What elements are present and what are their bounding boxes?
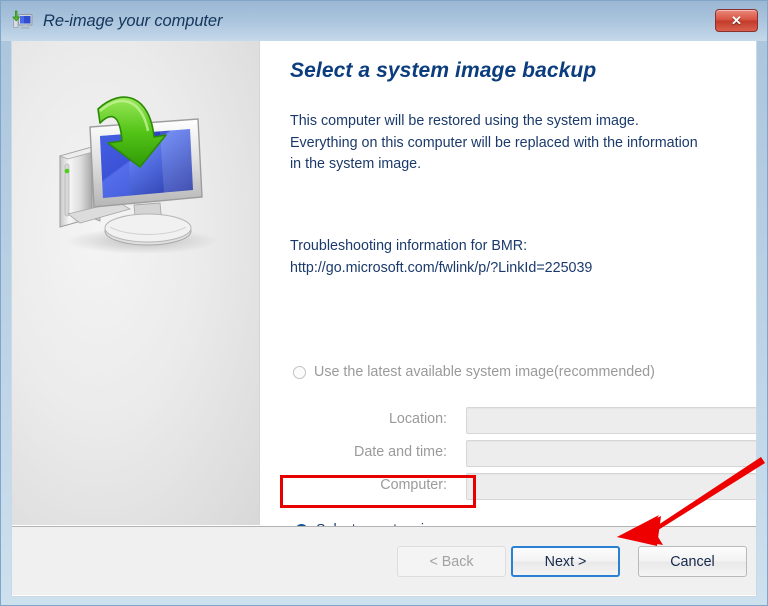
troubleshooting-info: Troubleshooting information for BMR: htt… [290, 236, 720, 279]
dialog-client-area: Select a system image backup This comput… [11, 41, 757, 597]
radio-use-latest-image-label: Use the latest available system image(re… [314, 364, 655, 380]
next-button[interactable]: Next > [511, 546, 620, 577]
field-computer-input[interactable] [466, 473, 756, 500]
close-icon: ✕ [731, 13, 742, 28]
field-location-input[interactable] [466, 407, 756, 434]
field-computer-label: Computer: [380, 477, 447, 493]
illustration-panel [12, 41, 260, 525]
title-bar: Re-image your computer ✕ [1, 1, 767, 41]
back-button[interactable]: < Back [397, 546, 506, 577]
radio-unselected-icon [293, 365, 306, 379]
troubleshooting-url[interactable]: http://go.microsoft.com/fwlink/p/?LinkId… [290, 258, 720, 280]
cancel-button[interactable]: Cancel [638, 546, 747, 577]
description-text: This computer will be restored using the… [290, 113, 698, 172]
content-panel: Select a system image backup This comput… [261, 41, 756, 538]
field-date-time-label: Date and time: [354, 444, 447, 460]
radio-use-latest-image[interactable]: Use the latest available system image(re… [293, 364, 655, 380]
window-title: Re-image your computer [43, 11, 223, 30]
computer-restore-icon [12, 10, 34, 32]
computer-restore-illustration [30, 81, 245, 266]
dialog-footer: < Back Next > Cancel [12, 526, 756, 595]
field-location-label: Location: [388, 411, 447, 427]
dialog-window: Re-image your computer ✕ Select a system… [0, 0, 768, 606]
page-title: Select a system image backup [290, 59, 597, 82]
troubleshooting-label: Troubleshooting information for BMR: [290, 238, 528, 254]
close-button[interactable]: ✕ [715, 9, 758, 32]
field-date-time-input[interactable] [466, 440, 756, 467]
